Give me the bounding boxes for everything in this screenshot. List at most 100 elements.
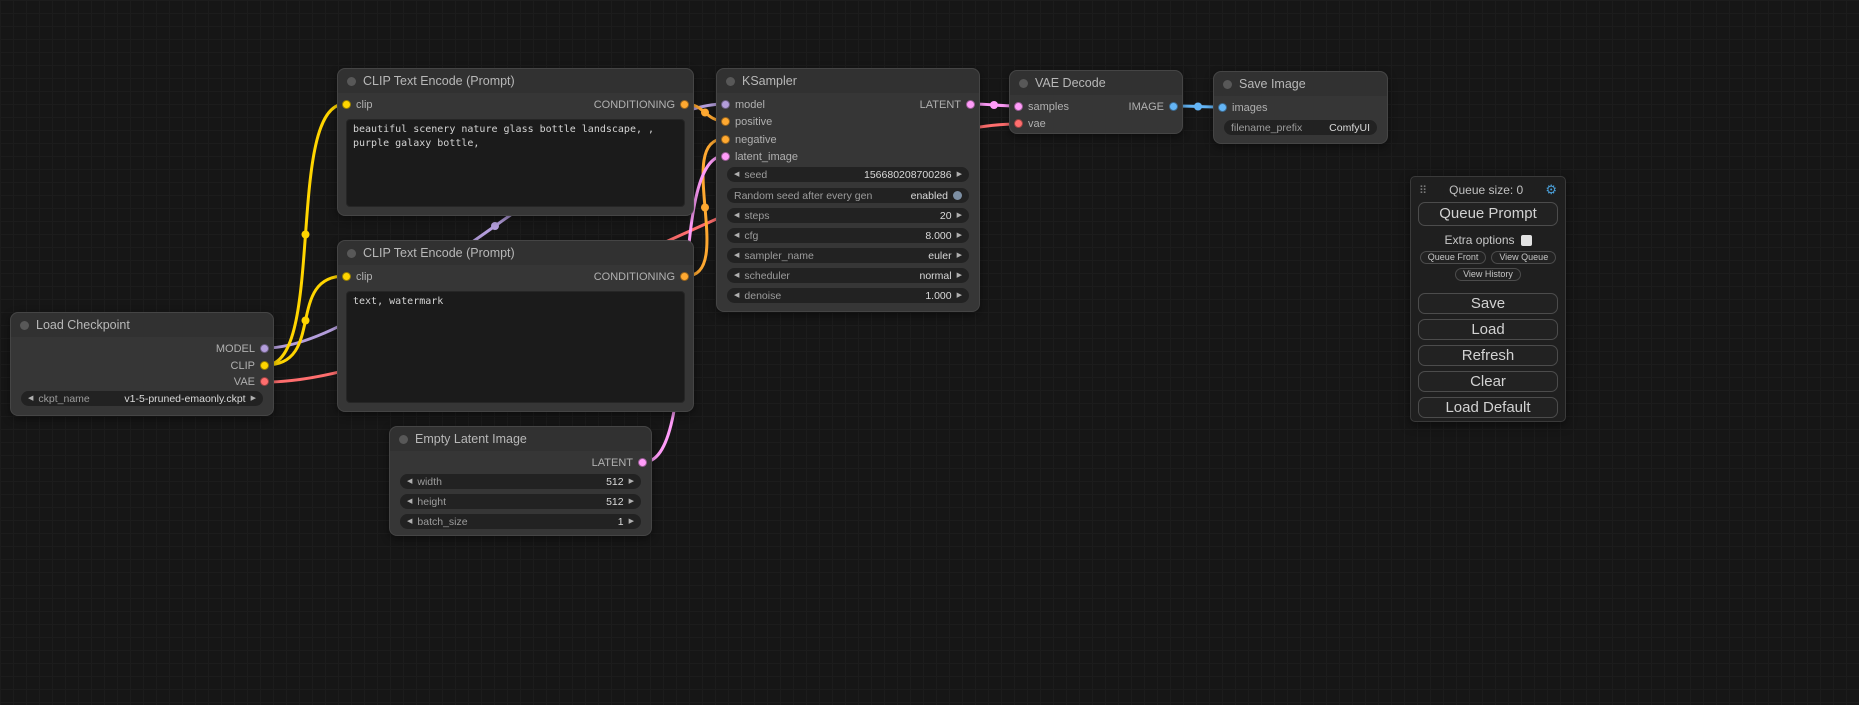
input-label-vae: vae xyxy=(1028,117,1046,131)
queue-actions-row: Queue Front View Queue xyxy=(1411,251,1565,264)
queue-size-label: Queue size: 0 xyxy=(1449,183,1523,197)
output-label-latent: LATENT xyxy=(920,98,961,112)
input-slot-samples[interactable] xyxy=(1014,102,1023,111)
node-titlebar[interactable]: Load Checkpoint xyxy=(11,313,273,337)
output-slot-vae[interactable] xyxy=(260,377,269,386)
node-titlebar[interactable]: Empty Latent Image xyxy=(390,427,651,451)
drag-handle-icon[interactable]: ⠿ xyxy=(1419,184,1427,197)
collapse-dot-icon[interactable] xyxy=(347,77,356,86)
decrement-icon[interactable]: ◀ xyxy=(734,208,739,223)
widget-cfg[interactable]: ◀ cfg 8.000 ▶ xyxy=(727,228,969,243)
history-row: View History xyxy=(1411,268,1565,281)
output-slot-model[interactable] xyxy=(260,344,269,353)
increment-icon[interactable]: ▶ xyxy=(629,494,634,509)
load-default-button[interactable]: Load Default xyxy=(1418,397,1558,418)
save-button[interactable]: Save xyxy=(1418,293,1558,314)
node-save-image[interactable]: Save Image images filename_prefix ComfyU… xyxy=(1213,71,1388,144)
node-empty-latent-image[interactable]: Empty Latent Image LATENT ◀ width 512 ▶ … xyxy=(389,426,652,536)
decrement-icon[interactable]: ◀ xyxy=(407,494,412,509)
node-title: KSampler xyxy=(742,74,797,88)
decrement-icon[interactable]: ◀ xyxy=(734,248,739,263)
widget-width[interactable]: ◀ width 512 ▶ xyxy=(400,474,641,489)
decrement-icon[interactable]: ◀ xyxy=(28,391,33,406)
output-label-conditioning: CONDITIONING xyxy=(594,270,675,284)
settings-gear-icon[interactable]: ⚙ xyxy=(1545,182,1557,198)
node-titlebar[interactable]: CLIP Text Encode (Prompt) xyxy=(338,69,693,93)
clear-button[interactable]: Clear xyxy=(1418,371,1558,392)
output-slot-conditioning[interactable] xyxy=(680,100,689,109)
increment-icon[interactable]: ▶ xyxy=(957,208,962,223)
widget-scheduler[interactable]: ◀ scheduler normal ▶ xyxy=(727,268,969,283)
collapse-dot-icon[interactable] xyxy=(1223,80,1232,89)
increment-icon[interactable]: ▶ xyxy=(251,391,256,406)
input-slot-latent-image[interactable] xyxy=(721,152,730,161)
decrement-icon[interactable]: ◀ xyxy=(407,474,412,489)
node-clip-text-encode-negative[interactable]: CLIP Text Encode (Prompt) clip CONDITION… xyxy=(337,240,694,412)
collapse-dot-icon[interactable] xyxy=(726,77,735,86)
decrement-icon[interactable]: ◀ xyxy=(734,167,739,182)
collapse-dot-icon[interactable] xyxy=(399,435,408,444)
widget-height[interactable]: ◀ height 512 ▶ xyxy=(400,494,641,509)
increment-icon[interactable]: ▶ xyxy=(629,514,634,529)
widget-random-seed-toggle[interactable]: Random seed after every gen enabled xyxy=(727,188,969,203)
output-slot-clip[interactable] xyxy=(260,361,269,370)
toggle-dot-icon[interactable] xyxy=(953,191,962,200)
positive-prompt-text[interactable]: beautiful scenery nature glass bottle la… xyxy=(346,119,685,207)
node-canvas[interactable]: Load Checkpoint MODEL CLIP VAE ◀ ckpt_na… xyxy=(0,0,1859,705)
output-label-model: MODEL xyxy=(216,342,255,356)
increment-icon[interactable]: ▶ xyxy=(957,288,962,303)
link-midpoint-dot xyxy=(302,317,310,325)
increment-icon[interactable]: ▶ xyxy=(957,228,962,243)
increment-icon[interactable]: ▶ xyxy=(629,474,634,489)
load-button[interactable]: Load xyxy=(1418,319,1558,340)
negative-prompt-text[interactable]: text, watermark xyxy=(346,291,685,403)
decrement-icon[interactable]: ◀ xyxy=(734,268,739,283)
node-titlebar[interactable]: Save Image xyxy=(1214,72,1387,96)
input-slot-vae[interactable] xyxy=(1014,119,1023,128)
collapse-dot-icon[interactable] xyxy=(20,321,29,330)
widget-steps[interactable]: ◀ steps 20 ▶ xyxy=(727,208,969,223)
queue-prompt-button[interactable]: Queue Prompt xyxy=(1418,202,1558,226)
output-slot-conditioning[interactable] xyxy=(680,272,689,281)
link-midpoint-dot xyxy=(701,109,709,117)
input-label-negative: negative xyxy=(735,133,777,147)
widget-ckpt-name[interactable]: ◀ ckpt_name v1-5-pruned-emaonly.ckpt ▶ xyxy=(21,391,263,406)
decrement-icon[interactable]: ◀ xyxy=(407,514,412,529)
collapse-dot-icon[interactable] xyxy=(347,249,356,258)
node-vae-decode[interactable]: VAE Decode samples vae IMAGE xyxy=(1009,70,1183,134)
input-slot-positive[interactable] xyxy=(721,117,730,126)
input-slot-clip[interactable] xyxy=(342,272,351,281)
collapse-dot-icon[interactable] xyxy=(1019,79,1028,88)
refresh-button[interactable]: Refresh xyxy=(1418,345,1558,366)
widget-sampler-name[interactable]: ◀ sampler_name euler ▶ xyxy=(727,248,969,263)
decrement-icon[interactable]: ◀ xyxy=(734,288,739,303)
widget-seed[interactable]: ◀ seed 156680208700286 ▶ xyxy=(727,167,969,182)
node-ksampler[interactable]: KSampler model positive negative latent_… xyxy=(716,68,980,312)
increment-icon[interactable]: ▶ xyxy=(957,248,962,263)
widget-batch-size[interactable]: ◀ batch_size 1 ▶ xyxy=(400,514,641,529)
increment-icon[interactable]: ▶ xyxy=(957,268,962,283)
link-clip-positive-wire xyxy=(266,104,345,365)
node-load-checkpoint[interactable]: Load Checkpoint MODEL CLIP VAE ◀ ckpt_na… xyxy=(10,312,274,416)
output-slot-latent[interactable] xyxy=(966,100,975,109)
view-queue-button[interactable]: View Queue xyxy=(1491,251,1556,264)
output-slot-image[interactable] xyxy=(1169,102,1178,111)
node-clip-text-encode-positive[interactable]: CLIP Text Encode (Prompt) clip CONDITION… xyxy=(337,68,694,216)
input-label-samples: samples xyxy=(1028,100,1069,114)
widget-denoise[interactable]: ◀ denoise 1.000 ▶ xyxy=(727,288,969,303)
queue-front-button[interactable]: Queue Front xyxy=(1420,251,1487,264)
increment-icon[interactable]: ▶ xyxy=(957,167,962,182)
node-titlebar[interactable]: VAE Decode xyxy=(1010,71,1182,95)
widget-filename-prefix[interactable]: filename_prefix ComfyUI xyxy=(1224,120,1377,135)
output-slot-latent[interactable] xyxy=(638,458,647,467)
input-label-clip: clip xyxy=(356,98,373,112)
input-slot-images[interactable] xyxy=(1218,103,1227,112)
node-titlebar[interactable]: CLIP Text Encode (Prompt) xyxy=(338,241,693,265)
input-slot-negative[interactable] xyxy=(721,135,730,144)
node-titlebar[interactable]: KSampler xyxy=(717,69,979,93)
decrement-icon[interactable]: ◀ xyxy=(734,228,739,243)
view-history-button[interactable]: View History xyxy=(1455,268,1521,281)
input-slot-model[interactable] xyxy=(721,100,730,109)
extra-options-checkbox[interactable] xyxy=(1521,235,1532,246)
input-slot-clip[interactable] xyxy=(342,100,351,109)
